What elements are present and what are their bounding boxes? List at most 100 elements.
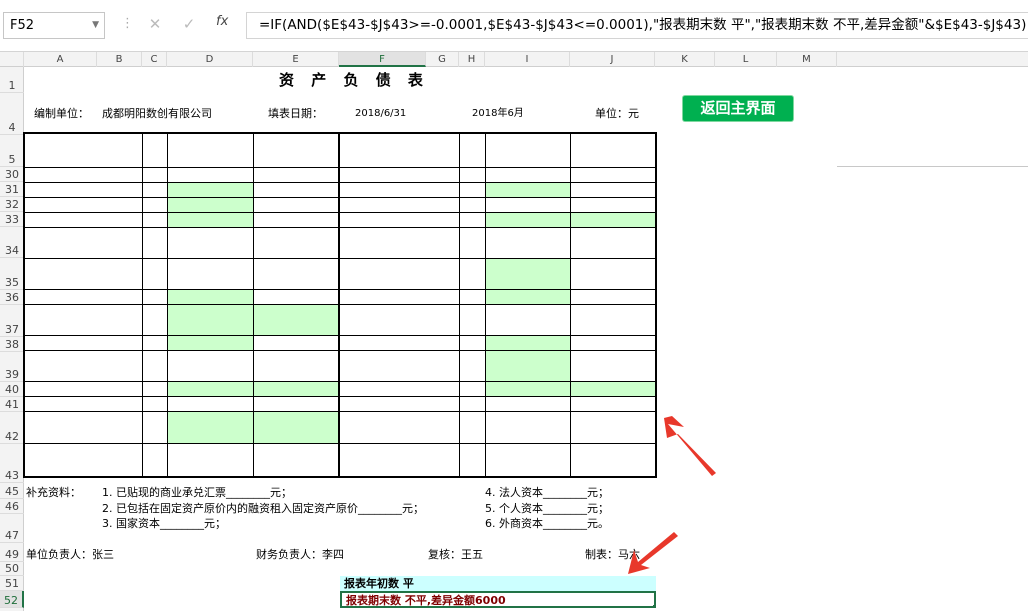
column-header-l[interactable]: L — [715, 52, 777, 67]
asset-end-value[interactable] — [255, 305, 338, 335]
liability-line-no[interactable] — [461, 336, 484, 350]
row-header-5[interactable]: 5 — [0, 135, 24, 167]
fill-handle[interactable] — [652, 604, 654, 606]
row-header-1[interactable]: 1 — [0, 67, 24, 93]
asset-end-value[interactable] — [255, 412, 338, 443]
row-header-46[interactable]: 46 — [0, 499, 24, 514]
header-begin[interactable] — [487, 134, 569, 167]
row-header-30[interactable]: 30 — [0, 167, 24, 182]
asset-label[interactable] — [26, 351, 141, 381]
asset-end-value[interactable] — [255, 228, 338, 258]
row-header-45[interactable]: 45 — [0, 483, 24, 499]
asset-line-no[interactable] — [144, 444, 166, 477]
liability-end-value[interactable] — [572, 259, 655, 289]
cancel-icon[interactable]: ✕ — [146, 15, 164, 35]
liability-end-value[interactable] — [572, 351, 655, 381]
liability-line-no[interactable] — [461, 213, 484, 227]
formula-input[interactable]: =IF(AND($E$43-$J$43>=-0.0001,$E$43-$J$43… — [246, 12, 1028, 39]
asset-begin-value[interactable] — [169, 198, 252, 212]
liability-label[interactable] — [341, 228, 458, 258]
liability-label[interactable] — [341, 259, 458, 289]
liability-end-value[interactable] — [572, 228, 655, 258]
liability-end-value[interactable] — [572, 168, 655, 182]
liability-begin-value[interactable] — [487, 228, 569, 258]
asset-begin-value[interactable] — [169, 382, 252, 396]
liability-line-no[interactable] — [461, 290, 484, 304]
asset-label[interactable] — [26, 397, 141, 411]
liability-label[interactable] — [341, 198, 458, 212]
asset-end-value[interactable] — [255, 259, 338, 289]
liability-begin-value[interactable] — [487, 412, 569, 443]
liability-begin-value[interactable] — [487, 351, 569, 381]
liability-end-value[interactable] — [572, 198, 655, 212]
asset-begin-value[interactable] — [169, 183, 252, 197]
row-header-50[interactable]: 50 — [0, 562, 24, 576]
column-header-e[interactable]: E — [253, 52, 339, 67]
asset-end-value[interactable] — [255, 336, 338, 350]
asset-end-value[interactable] — [255, 183, 338, 197]
asset-begin-value[interactable] — [169, 397, 252, 411]
header-line-no[interactable] — [144, 134, 166, 167]
liability-label[interactable] — [341, 213, 458, 227]
liability-label[interactable] — [341, 412, 458, 443]
asset-line-no[interactable] — [144, 382, 166, 396]
row-header-31[interactable]: 31 — [0, 182, 24, 197]
asset-label[interactable] — [26, 228, 141, 258]
asset-end-value[interactable] — [255, 213, 338, 227]
liability-line-no[interactable] — [461, 228, 484, 258]
asset-line-no[interactable] — [144, 168, 166, 182]
liability-end-value[interactable] — [572, 183, 655, 197]
asset-end-value[interactable] — [255, 444, 338, 477]
row-header-42[interactable]: 42 — [0, 412, 24, 444]
liability-begin-value[interactable] — [487, 382, 569, 396]
column-header-m[interactable]: M — [777, 52, 837, 67]
row-header-36[interactable]: 36 — [0, 290, 24, 305]
liability-line-no[interactable] — [461, 305, 484, 335]
liability-line-no[interactable] — [461, 168, 484, 182]
liability-label[interactable] — [341, 351, 458, 381]
liability-begin-value[interactable] — [487, 198, 569, 212]
asset-begin-value[interactable] — [169, 444, 252, 477]
liability-line-no[interactable] — [461, 259, 484, 289]
row-header-51[interactable]: 51 — [0, 576, 24, 591]
row-header-37[interactable]: 37 — [0, 305, 24, 337]
asset-end-value[interactable] — [255, 198, 338, 212]
liability-end-value[interactable] — [572, 382, 655, 396]
liability-label[interactable] — [341, 168, 458, 182]
liability-end-value[interactable] — [572, 412, 655, 443]
row-header-49[interactable]: 49 — [0, 543, 24, 562]
check-begin-cell[interactable]: 报表年初数 平 — [340, 576, 656, 591]
confirm-icon[interactable]: ✓ — [180, 15, 198, 35]
asset-label[interactable] — [26, 336, 141, 350]
liability-begin-value[interactable] — [487, 444, 569, 477]
asset-begin-value[interactable] — [169, 228, 252, 258]
column-header-j[interactable]: J — [570, 52, 655, 67]
column-header-h[interactable]: H — [459, 52, 485, 67]
row-header-32[interactable]: 32 — [0, 197, 24, 212]
column-header-d[interactable]: D — [167, 52, 253, 67]
asset-label[interactable] — [26, 305, 141, 335]
asset-line-no[interactable] — [144, 351, 166, 381]
column-header-i[interactable]: I — [485, 52, 570, 67]
asset-begin-value[interactable] — [169, 305, 252, 335]
asset-line-no[interactable] — [144, 198, 166, 212]
liability-end-value[interactable] — [572, 213, 655, 227]
liability-end-value[interactable] — [572, 444, 655, 477]
liability-line-no[interactable] — [461, 444, 484, 477]
asset-end-value[interactable] — [255, 382, 338, 396]
column-header-k[interactable]: K — [655, 52, 715, 67]
asset-line-no[interactable] — [144, 336, 166, 350]
row-header-4[interactable]: 4 — [0, 93, 24, 135]
liability-begin-value[interactable] — [487, 305, 569, 335]
liability-begin-value[interactable] — [487, 290, 569, 304]
liability-line-no[interactable] — [461, 198, 484, 212]
asset-line-no[interactable] — [144, 259, 166, 289]
liability-end-value[interactable] — [572, 336, 655, 350]
row-header-38[interactable]: 38 — [0, 337, 24, 352]
asset-label[interactable] — [26, 213, 141, 227]
asset-label[interactable] — [26, 290, 141, 304]
column-header-c[interactable]: C — [142, 52, 167, 67]
liability-begin-value[interactable] — [487, 259, 569, 289]
row-header-41[interactable]: 41 — [0, 397, 24, 412]
asset-line-no[interactable] — [144, 183, 166, 197]
